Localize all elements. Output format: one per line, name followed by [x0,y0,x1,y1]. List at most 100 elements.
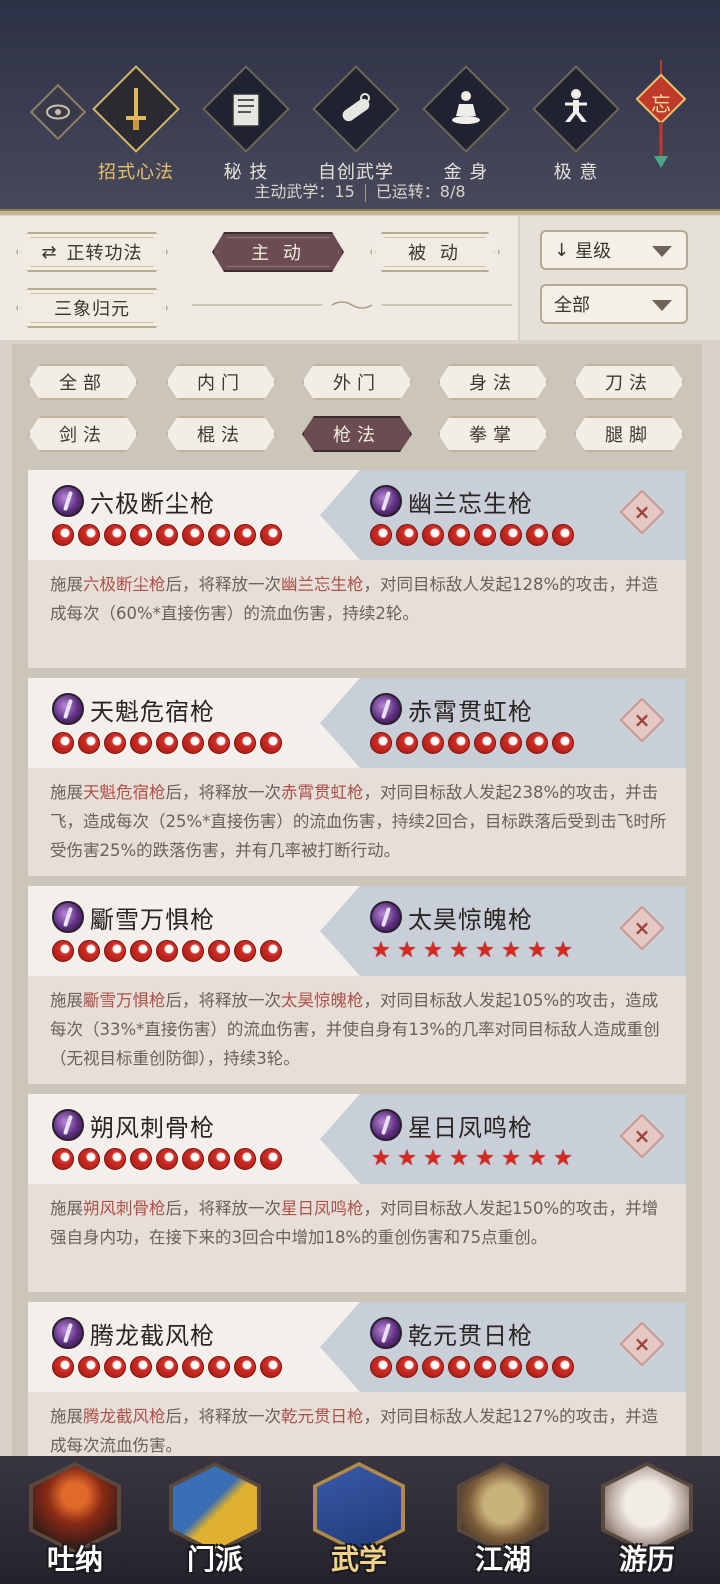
nav-martial[interactable]: 武学 [304,1462,414,1580]
spear-skill-icon [52,693,84,725]
spear-skill-icon [370,1109,402,1141]
source-skill[interactable]: 天魁危宿枪 [52,692,215,726]
target-skill[interactable]: 幽兰忘生枪 [370,484,533,518]
type-dropdown[interactable]: 全部 [540,284,688,324]
star-icon: ★ [475,938,495,963]
rating-dot-icon [260,1148,282,1170]
source-skill[interactable]: 朔风刺骨枪 [52,1108,215,1142]
skill-combo-card[interactable]: 斸雪万惧枪 太昊惊魄枪 × 施展斸雪万惧枪后，将释放一次太昊惊魄枪，对同目标敌人发起1… [28,886,686,1084]
rating-row [52,524,286,546]
target-skill-name: 赤霄贯虹枪 [408,697,533,726]
target-skill-ref: 太昊惊魄枪 [281,991,364,1010]
tab-golden-body[interactable]: 金 身 [416,65,516,190]
star-icon: ★ [527,938,547,963]
source-skill[interactable]: 六极断尘枪 [52,484,215,518]
star-icon: ★ [449,938,469,963]
rating-dot-icon [78,1148,100,1170]
rating-dot-icon [474,732,496,754]
category-sword[interactable]: 剑法 [28,416,138,452]
rating-dot-icon [448,1356,470,1378]
nav-jianghu[interactable]: 江湖 [448,1462,558,1580]
rating-dot-icon [234,1356,256,1378]
tab-skills-methods[interactable]: 招式心法 [86,65,186,190]
close-icon: × [633,916,651,940]
rating-dot-icon [260,732,282,754]
star-icon: ★ [501,1146,521,1171]
rating-dot-icon [208,1148,230,1170]
rating-dot-icon [422,1356,444,1378]
spear-skill-icon [52,1317,84,1349]
view-toggle-button[interactable] [29,83,87,141]
tab-passive[interactable]: 被 动 [370,232,500,272]
skill-combo-card[interactable]: 六极断尘枪 幽兰忘生枪 × 施展六极断尘枪后，将释放一次幽兰忘生枪，对同目标敌人发起1… [28,470,686,668]
target-skill-name: 星日凤鸣枪 [408,1113,533,1142]
category-all[interactable]: 全部 [28,364,138,400]
nav-travel[interactable]: 游历 [592,1462,702,1580]
rating-dot-icon [52,940,74,962]
rating-dot-icon [182,524,204,546]
rating-row [370,524,578,546]
source-skill-ref: 腾龙截风枪 [83,1407,166,1426]
source-skill-name: 天魁危宿枪 [90,697,215,726]
skill-combo-card[interactable]: 腾龙截风枪 乾元贯日枪 × 施展腾龙截风枪后，将释放一次乾元贯日枪，对同目标敌人发起1… [28,1302,686,1456]
source-skill-name: 腾龙截风枪 [90,1321,215,1350]
star-icon: ★ [553,938,573,963]
source-skill-ref: 天魁危宿枪 [83,783,166,802]
skill-combo-card[interactable]: 天魁危宿枪 赤霄贯虹枪 × 施展天魁危宿枪后，将释放一次赤霄贯虹枪，对同目标敌人发起2… [28,678,686,876]
target-skill[interactable]: 太昊惊魄枪 [370,900,533,934]
category-kick[interactable]: 腿脚 [574,416,684,452]
rating-dot-icon [104,1148,126,1170]
rating-dot-icon [448,732,470,754]
star-icon: ★ [527,1146,547,1171]
rating-dot-icon [526,732,548,754]
target-skill-name: 幽兰忘生枪 [408,489,533,518]
rating-dot-icon [396,1356,418,1378]
target-skill[interactable]: 赤霄贯虹枪 [370,692,533,726]
close-icon: × [633,708,651,732]
category-filter-grid: 全部 内门 外门 身法 刀法 剑法 棍法 枪法 拳掌 腿脚 [28,364,688,464]
category-footwork[interactable]: 身法 [438,364,548,400]
spear-skill-icon [370,901,402,933]
rating-dot-icon [474,1356,496,1378]
category-saber[interactable]: 刀法 [574,364,684,400]
spear-skill-icon [52,485,84,517]
source-skill-name: 六极断尘枪 [90,489,215,518]
rating-dot-icon [234,732,256,754]
rating-dot-icon [104,1356,126,1378]
rating-dot-icon [130,940,152,962]
reverse-method-button[interactable]: ⇄ 正转功法 [16,232,168,272]
tab-secret-skills[interactable]: 秘 技 [196,65,296,190]
skill-combo-card[interactable]: 朔风刺骨枪 星日凤鸣枪 × 施展朔风刺骨枪后，将释放一次星日凤鸣枪，对同目标敌人发起1… [28,1094,686,1292]
target-skill[interactable]: 星日凤鸣枪 [370,1108,533,1142]
sort-dropdown[interactable]: ↓ 星级 [540,230,688,270]
tab-active[interactable]: 主 动 [212,232,344,272]
source-skill[interactable]: 斸雪万惧枪 [52,900,215,934]
top-header: 招式心法 秘 技 自创武学 金 身 极 意 忘 主动武学：15 已运转：8/8 [0,0,720,215]
tab-ultimate-intent[interactable]: 极 意 [526,65,626,190]
rating-dot-icon [156,1148,178,1170]
source-skill[interactable]: 腾龙截风枪 [52,1316,215,1350]
spear-skill-icon [52,1109,84,1141]
category-staff[interactable]: 棍法 [166,416,276,452]
spear-skill-icon [370,693,402,725]
sanxiang-button[interactable]: 三象归元 [16,288,168,328]
source-skill-ref: 斸雪万惧枪 [83,991,166,1010]
star-icon: ★ [371,1146,391,1171]
category-fist[interactable]: 拳掌 [438,416,548,452]
rating-dot-icon [396,524,418,546]
rating-row [52,940,286,962]
star-icon: ★ [501,938,521,963]
nav-sect[interactable]: 门派 [160,1462,270,1580]
forget-seal-button[interactable]: 忘 [635,60,687,170]
combo-description: 施展斸雪万惧枪后，将释放一次太昊惊魄枪，对同目标敌人发起105%的攻击，造成每次… [50,991,660,1068]
bottom-nav: 吐纳 门派 武学 江湖 游历 [0,1456,720,1584]
tab-custom-martial[interactable]: 自创武学 [306,65,406,190]
nav-breathing[interactable]: 吐纳 [20,1462,130,1580]
category-spear[interactable]: 枪法 [302,416,412,452]
category-outer[interactable]: 外门 [302,364,412,400]
category-inner[interactable]: 内门 [166,364,276,400]
target-skill[interactable]: 乾元贯日枪 [370,1316,533,1350]
rating-row: ★ ★ ★ ★ ★ ★ ★ ★ [370,940,578,962]
scroll-icon [312,65,400,153]
source-skill-ref: 朔风刺骨枪 [83,1199,166,1218]
